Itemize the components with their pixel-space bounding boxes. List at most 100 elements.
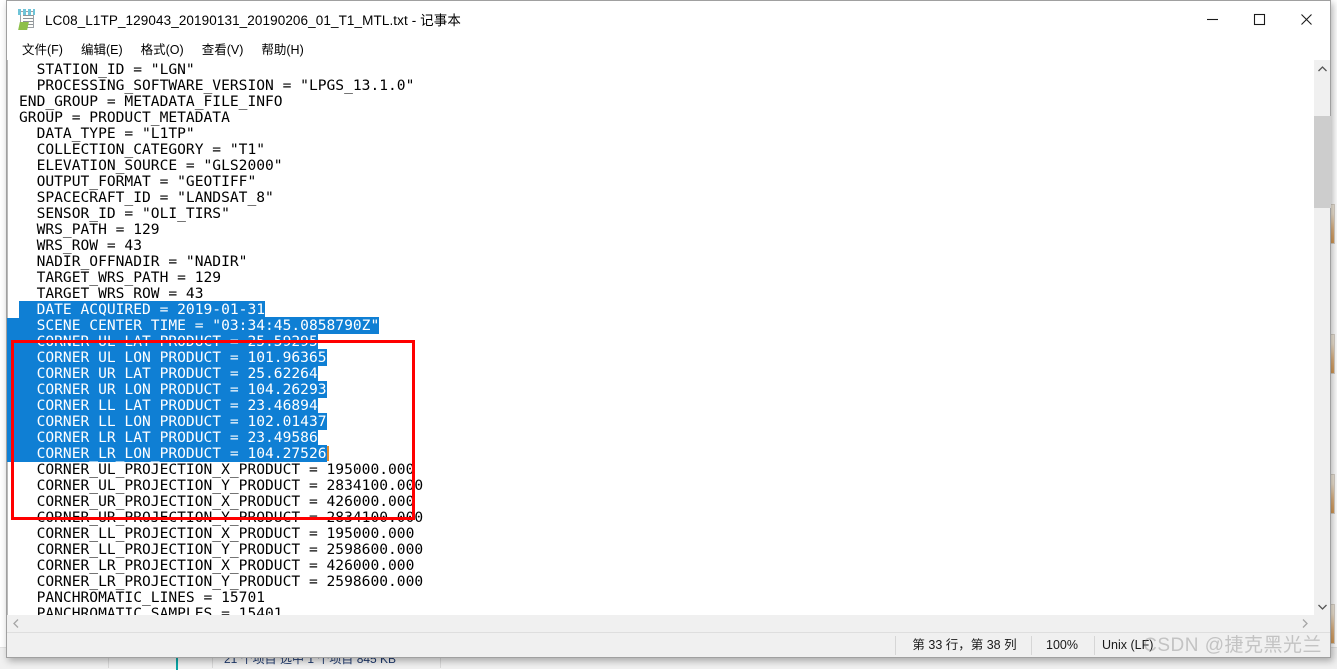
text-line-content: CORNER_UR_LON_PRODUCT = 104.26293 [19, 381, 327, 398]
text-line-content: CORNER_LL_PROJECTION_X_PRODUCT = 195000.… [19, 525, 415, 542]
text-line[interactable]: PANCHROMATIC_SAMPLES = 15401 [7, 605, 1313, 616]
editor-area: STATION_ID = "LGN" PROCESSING_SOFTWARE_V… [7, 59, 1331, 615]
maximize-button[interactable] [1236, 1, 1283, 37]
text-line[interactable]: CORNER_UR_LON_PRODUCT = 104.26293 [7, 381, 1313, 398]
text-line-content: WRS_ROW = 43 [19, 237, 143, 254]
zoom-level-indicator[interactable]: 100% [1037, 633, 1087, 658]
text-line[interactable]: SENSOR_ID = "OLI_TIRS" [7, 206, 1313, 222]
text-line[interactable]: CORNER_LL_PROJECTION_Y_PRODUCT = 2598600… [7, 542, 1313, 558]
text-line[interactable]: CORNER_LR_LON_PRODUCT = 104.27526 [7, 445, 1313, 462]
text-line-content: CORNER_LR_LON_PRODUCT = 104.27526 [19, 445, 327, 462]
text-line[interactable]: CORNER_LL_LAT_PRODUCT = 23.46894 [7, 397, 1313, 414]
text-line-content: CORNER_UR_PROJECTION_Y_PRODUCT = 2834100… [19, 509, 424, 526]
text-line-content: CORNER_UR_LAT_PRODUCT = 25.62264 [19, 365, 318, 382]
text-line[interactable]: CORNER_LL_PROJECTION_X_PRODUCT = 195000.… [7, 526, 1313, 542]
text-line[interactable]: NADIR_OFFNADIR = "NADIR" [7, 254, 1313, 270]
text-line-content: TARGET_WRS_PATH = 129 [19, 269, 222, 286]
text-line[interactable]: CORNER_UL_LON_PRODUCT = 101.96365 [7, 349, 1313, 366]
text-line-content: PANCHROMATIC_LINES = 15701 [19, 589, 266, 606]
text-editor[interactable]: STATION_ID = "LGN" PROCESSING_SOFTWARE_V… [7, 60, 1313, 615]
text-line-content: CORNER_LL_PROJECTION_Y_PRODUCT = 2598600… [19, 541, 424, 558]
scrollbar-corner [1313, 615, 1330, 632]
menu-item-help[interactable]: 帮助(H) [252, 37, 312, 60]
window-title: LC08_L1TP_129043_20190131_20190206_01_T1… [45, 13, 461, 28]
menu-item-view[interactable]: 查看(V) [193, 37, 253, 60]
scroll-up-icon[interactable] [1314, 60, 1331, 77]
menu-item-edit[interactable]: 编辑(E) [72, 37, 132, 60]
menu-item-file[interactable]: 文件(F) [13, 37, 72, 60]
text-line[interactable]: SCENE_CENTER_TIME = "03:34:45.0858790Z" [7, 317, 1313, 334]
text-line[interactable]: TARGET_WRS_ROW = 43 [7, 286, 1313, 302]
notepad-icon [18, 8, 36, 30]
text-line[interactable]: OUTPUT_FORMAT = "GEOTIFF" [7, 174, 1313, 190]
text-line-content: OUTPUT_FORMAT = "GEOTIFF" [19, 173, 257, 190]
status-bar: 第 33 行，第 38 列 100% Unix (LF) CSDN @捷克黑光兰 [7, 632, 1330, 657]
text-line-content: PROCESSING_SOFTWARE_VERSION = "LPGS_13.1… [19, 77, 415, 94]
minimize-icon [1207, 18, 1218, 20]
text-line-content: STATION_ID = "LGN" [19, 61, 195, 78]
text-line-content: CORNER_UL_PROJECTION_X_PRODUCT = 195000.… [19, 461, 415, 478]
text-line[interactable]: PANCHROMATIC_LINES = 15701 [7, 590, 1313, 606]
text-line-content: CORNER_LL_LAT_PRODUCT = 23.46894 [19, 397, 318, 414]
text-line-content: PANCHROMATIC_SAMPLES = 15401 [19, 605, 283, 616]
menu-item-format[interactable]: 格式(O) [132, 37, 193, 60]
scroll-right-icon[interactable] [1296, 615, 1313, 632]
text-line[interactable]: STATION_ID = "LGN" [7, 62, 1313, 78]
notepad-window: LC08_L1TP_129043_20190131_20190206_01_T1… [6, 0, 1331, 658]
text-line[interactable]: COLLECTION_CATEGORY = "T1" [7, 142, 1313, 158]
text-line-content: TARGET_WRS_ROW = 43 [19, 285, 204, 302]
text-line-content: GROUP = PRODUCT_METADATA [19, 109, 230, 126]
horizontal-scrollbar[interactable] [7, 615, 1330, 632]
line-ending-indicator: Unix (LF) [1102, 638, 1154, 652]
text-line-content: CORNER_LL_LON_PRODUCT = 102.01437 [19, 413, 327, 430]
text-line[interactable]: END_GROUP = METADATA_FILE_INFO [7, 94, 1313, 110]
text-line-content: NADIR_OFFNADIR = "NADIR" [19, 253, 248, 270]
text-line[interactable]: SPACECRAFT_ID = "LANDSAT_8" [7, 190, 1313, 206]
vertical-scrollbar[interactable] [1313, 60, 1331, 615]
text-line-content: CORNER_UL_LON_PRODUCT = 101.96365 [19, 349, 327, 366]
close-button[interactable] [1283, 1, 1330, 37]
text-line[interactable]: WRS_ROW = 43 [7, 238, 1313, 254]
text-caret [326, 446, 329, 461]
text-line[interactable]: CORNER_LR_PROJECTION_Y_PRODUCT = 2598600… [7, 574, 1313, 590]
window-controls [1189, 1, 1330, 37]
text-line-content: CORNER_LR_PROJECTION_X_PRODUCT = 426000.… [19, 557, 415, 574]
minimize-button[interactable] [1189, 1, 1236, 37]
text-line[interactable]: PROCESSING_SOFTWARE_VERSION = "LPGS_13.1… [7, 78, 1313, 94]
text-line-content: ELEVATION_SOURCE = "GLS2000" [19, 157, 283, 174]
text-line[interactable]: CORNER_UL_PROJECTION_Y_PRODUCT = 2834100… [7, 478, 1313, 494]
scroll-left-icon[interactable] [7, 615, 24, 632]
text-line-content: DATE_ACQUIRED = 2019-01-31 [19, 301, 266, 318]
text-line-content: CORNER_LR_LAT_PRODUCT = 23.49586 [19, 429, 318, 446]
text-line[interactable]: DATE_ACQUIRED = 2019-01-31 [7, 301, 1313, 318]
text-line[interactable]: CORNER_LL_LON_PRODUCT = 102.01437 [7, 413, 1313, 430]
close-icon [1301, 13, 1312, 25]
text-line-content: WRS_PATH = 129 [19, 221, 160, 238]
text-line[interactable]: CORNER_LR_PROJECTION_X_PRODUCT = 426000.… [7, 558, 1313, 574]
text-line-content: SENSOR_ID = "OLI_TIRS" [19, 205, 230, 222]
text-line[interactable]: CORNER_UL_LAT_PRODUCT = 25.59295 [7, 333, 1313, 350]
text-line[interactable]: GROUP = PRODUCT_METADATA [7, 110, 1313, 126]
scroll-down-icon[interactable] [1314, 598, 1331, 615]
text-line[interactable]: CORNER_UR_LAT_PRODUCT = 25.62264 [7, 365, 1313, 382]
text-line[interactable]: CORNER_UR_PROJECTION_X_PRODUCT = 426000.… [7, 494, 1313, 510]
text-line[interactable]: ELEVATION_SOURCE = "GLS2000" [7, 158, 1313, 174]
status-separator [895, 636, 896, 655]
text-line-content: CORNER_UR_PROJECTION_X_PRODUCT = 426000.… [19, 493, 415, 510]
text-line[interactable]: CORNER_UL_PROJECTION_X_PRODUCT = 195000.… [7, 462, 1313, 478]
title-bar[interactable]: LC08_L1TP_129043_20190131_20190206_01_T1… [7, 1, 1330, 37]
text-line[interactable]: TARGET_WRS_PATH = 129 [7, 270, 1313, 286]
text-line-content: SCENE_CENTER_TIME = "03:34:45.0858790Z" [19, 317, 380, 334]
text-line[interactable]: WRS_PATH = 129 [7, 222, 1313, 238]
cursor-position-indicator: 第 33 行，第 38 列 [912, 638, 1017, 652]
text-line-content: COLLECTION_CATEGORY = "T1" [19, 141, 266, 158]
text-line[interactable]: CORNER_LR_LAT_PRODUCT = 23.49586 [7, 429, 1313, 446]
status-separator [1094, 636, 1095, 655]
text-line[interactable]: DATA_TYPE = "L1TP" [7, 126, 1313, 142]
text-line-content: CORNER_UL_PROJECTION_Y_PRODUCT = 2834100… [19, 477, 424, 494]
text-line-content: SPACECRAFT_ID = "LANDSAT_8" [19, 189, 274, 206]
status-separator [1031, 636, 1032, 655]
vertical-scrollbar-thumb[interactable] [1314, 116, 1331, 208]
text-line-content: CORNER_UL_LAT_PRODUCT = 25.59295 [19, 333, 318, 350]
text-line[interactable]: CORNER_UR_PROJECTION_Y_PRODUCT = 2834100… [7, 510, 1313, 526]
